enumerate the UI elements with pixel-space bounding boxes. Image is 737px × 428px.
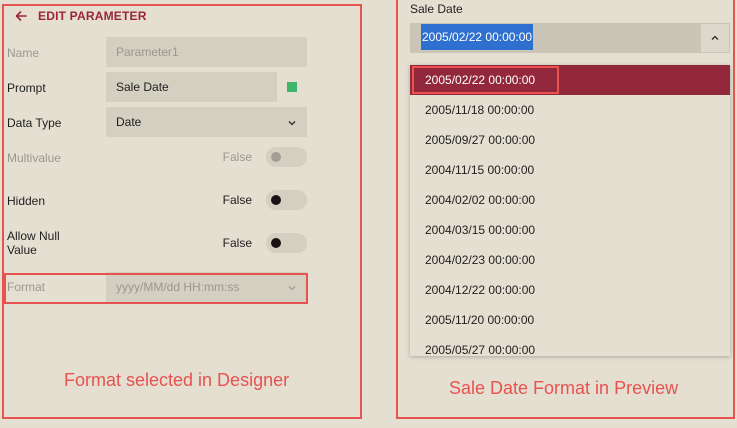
preview-frame xyxy=(396,0,735,419)
designer-frame xyxy=(2,4,362,419)
